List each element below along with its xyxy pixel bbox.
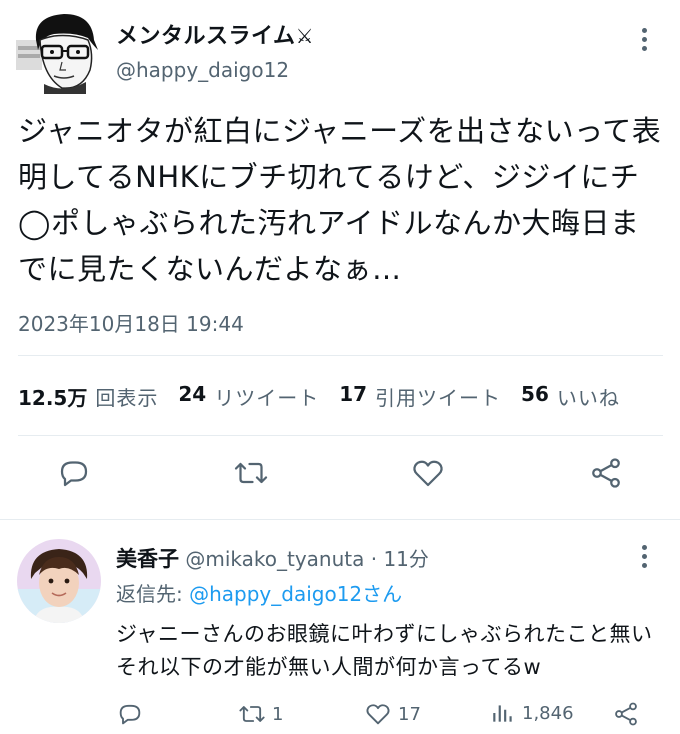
reply-author-name[interactable]: 美香子 bbox=[116, 547, 179, 571]
reply-like-button[interactable]: 17 bbox=[364, 700, 421, 728]
reply-to-prefix: 返信先: bbox=[116, 582, 190, 606]
reply-retweet-button[interactable]: 1 bbox=[238, 700, 283, 728]
reply-icon bbox=[119, 704, 141, 725]
tweet-timestamp[interactable]: 2023年10月18日 19:44 bbox=[18, 308, 244, 337]
views-bar-chart-icon bbox=[493, 705, 512, 722]
views-label: 回表示 bbox=[95, 386, 159, 410]
reply-to-mention[interactable]: @happy_daigo12さん bbox=[189, 582, 402, 606]
reply-views-button[interactable]: 1,846 bbox=[490, 700, 574, 726]
like-icon[interactable] bbox=[410, 455, 446, 491]
crossed-swords-icon: ⚔ bbox=[295, 24, 314, 48]
retweets-label[interactable]: リツイート bbox=[214, 382, 319, 411]
share-icon bbox=[615, 702, 637, 726]
tweet-text: ジャニオタが紅白にジャニーズを出さないって表明してるNHKにブチ切れてるけど、ジ… bbox=[18, 114, 662, 286]
reply-actions: 1 17 1,846 bbox=[0, 700, 680, 730]
retweet-icon bbox=[239, 706, 265, 722]
reply-handle-time[interactable]: @mikako_tyanuta · 11分 bbox=[179, 547, 429, 571]
divider bbox=[18, 355, 663, 356]
tweet-stats: 12.5万 回表示 24 リツイート 17 引用ツイート 56 いいね bbox=[18, 382, 620, 411]
author-avatar[interactable] bbox=[14, 10, 104, 94]
like-icon bbox=[366, 704, 390, 725]
author-name[interactable]: メンタルスライム⚔ bbox=[116, 18, 314, 50]
share-icon[interactable] bbox=[588, 455, 624, 491]
reply-view-count: 1,846 bbox=[522, 702, 574, 724]
views-count: 12.5万 bbox=[18, 386, 88, 410]
quotes-label[interactable]: 引用ツイート bbox=[375, 382, 501, 411]
reply-icon[interactable] bbox=[56, 455, 92, 491]
quotes-count[interactable]: 17 bbox=[339, 382, 367, 411]
more-options-icon[interactable] bbox=[642, 545, 648, 568]
likes-label[interactable]: いいね bbox=[557, 382, 620, 411]
reply-header: 美香子 @mikako_tyanuta · 11分 bbox=[116, 543, 429, 573]
reply-author-avatar[interactable] bbox=[17, 539, 101, 623]
divider bbox=[18, 435, 663, 436]
reply-text: ジャニーさんのお眼鏡に叶わずにしゃぶられたこと無いそれ以下の才能が無い人間が何か… bbox=[116, 622, 653, 679]
reply-like-count: 17 bbox=[398, 703, 421, 725]
more-options-icon[interactable] bbox=[642, 28, 648, 51]
section-divider bbox=[0, 519, 680, 520]
retweet-icon[interactable] bbox=[233, 455, 269, 491]
likes-count[interactable]: 56 bbox=[521, 382, 549, 411]
reply-retweet-count: 1 bbox=[272, 703, 284, 725]
tweet-actions bbox=[0, 455, 680, 495]
retweets-count[interactable]: 24 bbox=[178, 382, 206, 411]
author-handle[interactable]: @happy_daigo12 bbox=[116, 58, 289, 82]
reply-to-line: 返信先: @happy_daigo12さん bbox=[116, 578, 402, 607]
author-name-text: メンタルスライム bbox=[116, 24, 296, 49]
reply-share-button[interactable] bbox=[612, 700, 640, 728]
reply-reply-button[interactable] bbox=[116, 700, 144, 728]
